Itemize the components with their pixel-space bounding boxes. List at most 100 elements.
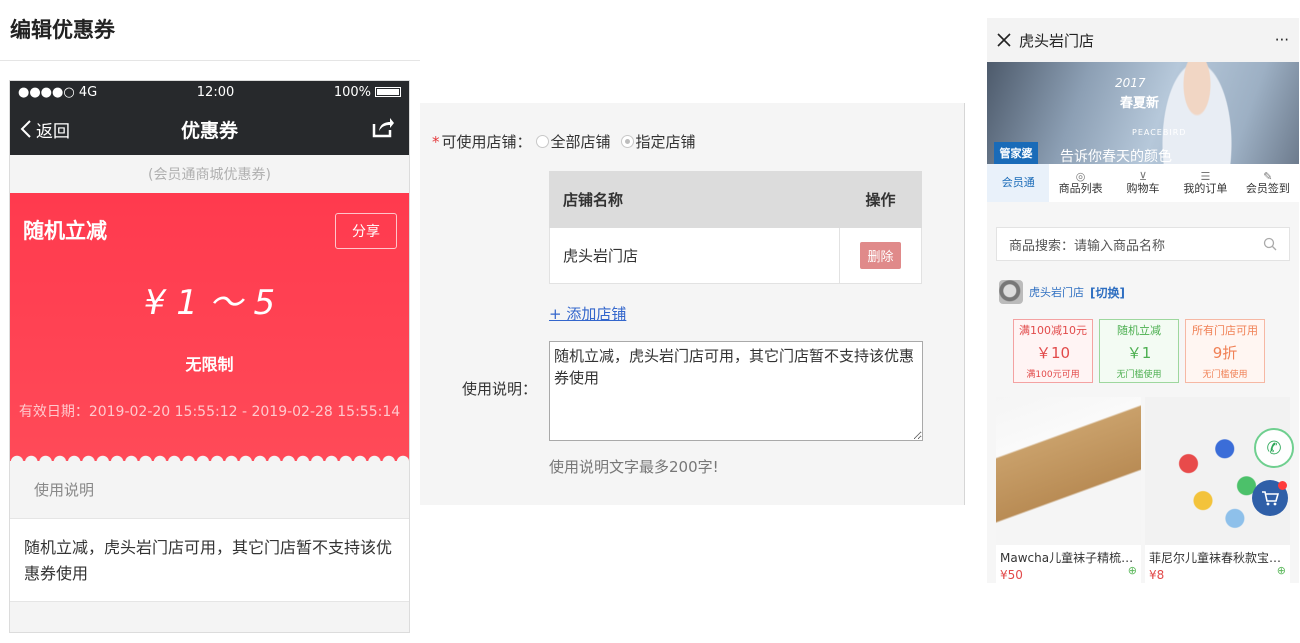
current-store-name: 虎头岩门店 — [1029, 286, 1084, 299]
nav-label-orders: 我的订单 — [1183, 182, 1228, 195]
radio-selected-stores[interactable]: 指定店铺 — [620, 131, 696, 152]
nav-label-cart: 购物车 — [1126, 182, 1160, 195]
coupon-validity: 有效日期：2019-02-20 15:55:12 - 2019-02-28 15… — [18, 404, 401, 420]
column-header-store-name: 店铺名称 — [549, 171, 840, 228]
signal-indicator: ●●●●○ 4G — [18, 84, 98, 100]
delete-store-button[interactable]: 删除 — [860, 242, 901, 269]
nav-bar: 返回 优惠券 — [10, 103, 409, 155]
coupon-card-1[interactable]: 满100减10元 ￥10 满100元可用 — [1013, 319, 1093, 383]
banner-year: 2017 — [1115, 76, 1146, 90]
action-cell: 删除 — [839, 227, 922, 284]
coupon-card-2[interactable]: 随机立减 ￥1 无门槛使用 — [1099, 319, 1179, 383]
description-hint: 使用说明文字最多200字! — [549, 458, 719, 476]
product-card-1[interactable]: Mawcha儿童袜子精梳… ¥50 ⊕ — [996, 397, 1141, 583]
usage-text: 随机立减，虎头岩门店可用，其它门店暂不支持该优惠券使用 — [10, 518, 409, 602]
store-avatar — [999, 280, 1023, 304]
status-bar: ●●●●○ 4G 12:00 100% — [10, 81, 409, 103]
title-divider — [0, 60, 420, 61]
required-mark: * — [432, 132, 440, 151]
coupon-card-title: 所有门店可用 — [1192, 324, 1258, 337]
store-table: 店铺名称 操作 虎头岩门店 删除 — [549, 171, 922, 284]
phone-call-icon[interactable]: ✆ — [1254, 428, 1294, 468]
mini-app-header: 虎头岩门店 ··· — [987, 18, 1299, 62]
switch-store-link[interactable]: [切换] — [1090, 284, 1125, 301]
back-label: 返回 — [36, 121, 70, 142]
mini-app-nav: 会员通 ◎ 商品列表 ⊻ 购物车 ☰ 我的订单 ✎ 会员签到 — [987, 164, 1299, 202]
coupon-card-condition: 满100元可用 — [1026, 370, 1080, 380]
page-root: 编辑优惠券 ●●●●○ 4G 12:00 100% 返回 优惠券 (会员通商城优… — [0, 0, 1300, 643]
coupon-card-title: 随机立减 — [1117, 324, 1161, 337]
product-grid: Mawcha儿童袜子精梳… ¥50 ⊕ 菲尼尔儿童袜春秋款宝… ¥8 ⊕ — [996, 397, 1290, 583]
status-time: 12:00 — [196, 84, 235, 100]
nav-item-checkin[interactable]: ✎ 会员签到 — [1237, 171, 1299, 195]
coupon-card-condition: 无门槛使用 — [1116, 370, 1162, 380]
store-scope-row: * 可使用店铺： 全部店铺 指定店铺 — [432, 131, 696, 152]
nav-label-checkin: 会员签到 — [1245, 182, 1290, 195]
more-menu-button[interactable]: ··· — [1275, 31, 1289, 49]
add-to-cart-icon[interactable]: ⊕ — [1277, 564, 1286, 577]
coupon-scallop-edge — [10, 450, 409, 462]
back-button[interactable]: 返回 — [20, 117, 70, 142]
coupon-card-condition: 无门槛使用 — [1202, 370, 1248, 380]
store-scope-label: 可使用店铺： — [441, 133, 532, 151]
coupon-card-value: ￥10 — [1035, 344, 1071, 362]
banner-slogan: 告诉你春天的颜色 — [1060, 149, 1172, 164]
close-icon[interactable] — [997, 33, 1011, 47]
nav-item-member[interactable]: 会员通 — [987, 164, 1050, 202]
product-price: ¥8 — [1149, 568, 1165, 582]
page-title: 编辑优惠券 — [10, 18, 115, 42]
floating-cart-icon[interactable] — [1252, 480, 1288, 516]
description-label: 使用说明： — [462, 380, 538, 398]
radio-selected-label: 指定店铺 — [635, 133, 696, 151]
product-price: ¥50 — [1000, 568, 1023, 582]
search-icon — [1263, 237, 1277, 251]
description-textarea[interactable] — [549, 341, 923, 441]
column-header-action: 操作 — [839, 171, 922, 228]
radio-circle-checked[interactable] — [620, 135, 634, 148]
radio-all-label: 全部店铺 — [550, 133, 611, 151]
banner-model-image — [1162, 62, 1232, 164]
search-placeholder: 商品搜索：请输入商品名称 — [1009, 238, 1166, 254]
mini-app-title-group: 虎头岩门店 — [997, 30, 1094, 51]
coupon-card-value: 9折 — [1212, 344, 1238, 362]
nav-bar-wrap: 返回 优惠券 — [10, 103, 409, 155]
coupon-card-title: 满100减10元 — [1019, 324, 1087, 337]
product-search-input[interactable]: 商品搜索：请输入商品名称 — [996, 227, 1290, 261]
coupon-card-3[interactable]: 所有门店可用 9折 无门槛使用 — [1185, 319, 1265, 383]
add-to-cart-icon[interactable]: ⊕ — [1128, 564, 1137, 577]
brand-logo: 管家婆 — [994, 142, 1038, 164]
share-icon[interactable] — [371, 116, 395, 142]
nav-item-products[interactable]: ◎ 商品列表 — [1049, 171, 1111, 195]
coupon-card: 随机立减 分享 ¥ 1 ～ 5 无限制 有效日期：2019-02-20 15:5… — [10, 193, 409, 462]
coupon-cards: 满100减10元 ￥10 满100元可用 随机立减 ￥1 无门槛使用 所有门店可… — [1013, 319, 1265, 383]
usage-heading: 使用说明 — [10, 461, 409, 518]
battery-percent: 100% — [333, 84, 371, 100]
coupon-name: 随机立减 — [23, 219, 107, 243]
add-store-link[interactable]: + 添加店铺 — [549, 303, 626, 324]
nav-label-products: 商品列表 — [1058, 182, 1103, 195]
coupon-amount: ¥ 1 ～ 5 — [143, 283, 276, 323]
product-name: Mawcha儿童袜子精梳… — [1000, 551, 1134, 565]
mini-app-title: 虎头岩门店 — [1019, 31, 1095, 50]
share-button[interactable]: 分享 — [335, 213, 397, 249]
phone-preview: ●●●●○ 4G 12:00 100% 返回 优惠券 (会员通商城优惠券) 随机… — [9, 80, 410, 633]
product-image — [1145, 397, 1290, 545]
battery-indicator: 100% — [334, 85, 401, 100]
banner-season: 春夏新 — [1120, 96, 1160, 111]
nav-label-member: 会员通 — [1001, 176, 1035, 189]
store-name-cell: 虎头岩门店 — [549, 227, 840, 284]
banner-brand: PEACEBIRD — [1132, 128, 1187, 137]
nav-item-orders[interactable]: ☰ 我的订单 — [1174, 171, 1236, 195]
coupon-limit: 无限制 — [185, 355, 234, 374]
radio-circle[interactable] — [535, 135, 549, 148]
nav-item-cart[interactable]: ⊻ 购物车 — [1112, 171, 1174, 195]
battery-icon — [375, 87, 401, 97]
promo-banner[interactable]: 2017 春夏新 PEACEBIRD 告诉你春天的颜色 管家婆 — [987, 62, 1299, 164]
product-name: 菲尼尔儿童袜春秋款宝… — [1149, 551, 1282, 565]
coupon-source-label: (会员通商城优惠券) — [10, 155, 409, 193]
product-image — [996, 397, 1141, 545]
radio-all-stores[interactable]: 全部店铺 — [535, 131, 611, 152]
coupon-card-value: ￥1 — [1126, 344, 1152, 362]
coupon-form: * 可使用店铺： 全部店铺 指定店铺 店铺名称 操作 虎头岩门店 删除 + 添加… — [420, 103, 965, 505]
table-row: 虎头岩门店 删除 — [549, 227, 922, 284]
